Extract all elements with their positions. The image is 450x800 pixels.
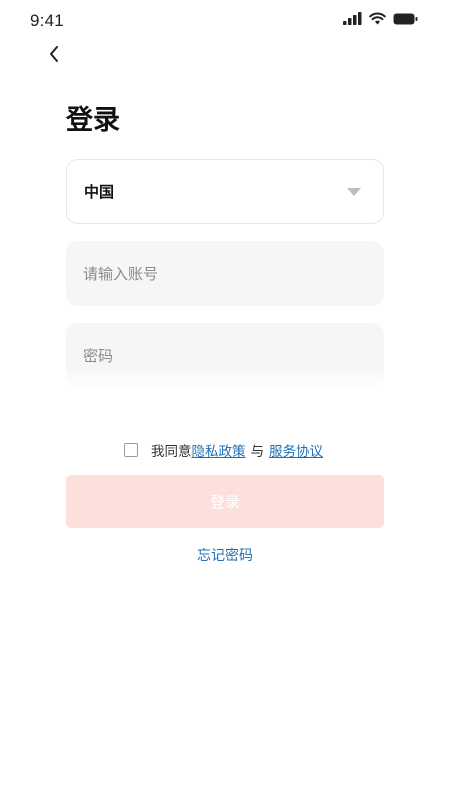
account-input[interactable] bbox=[66, 241, 384, 306]
login-screen: 9:41 登录 中国 请输入账号 我同意 隐私政策 与 服务协议 登录 忘记密码 bbox=[0, 0, 450, 800]
agree-checkbox[interactable] bbox=[124, 443, 138, 457]
wifi-icon bbox=[369, 12, 386, 25]
status-bar: 9:41 bbox=[0, 0, 450, 44]
signal-icon bbox=[343, 12, 362, 25]
agreement-row: 我同意 隐私政策 与 服务协议 bbox=[124, 439, 323, 461]
privacy-policy-link[interactable]: 隐私政策 bbox=[192, 440, 246, 460]
status-icons bbox=[343, 12, 418, 25]
terms-of-service-link[interactable]: 服务协议 bbox=[269, 440, 323, 460]
back-button[interactable] bbox=[40, 40, 68, 68]
login-button[interactable]: 登录 bbox=[66, 475, 384, 528]
agreement-separator: 与 bbox=[250, 444, 265, 460]
page-title: 登录 bbox=[66, 105, 120, 136]
country-select[interactable]: 中国 bbox=[66, 159, 384, 224]
status-time: 9:41 bbox=[30, 11, 64, 30]
chevron-left-icon bbox=[50, 46, 58, 62]
caret-down-icon bbox=[347, 188, 361, 196]
country-value: 中国 bbox=[84, 183, 115, 201]
agreement-prefix: 我同意 bbox=[151, 444, 192, 460]
battery-icon bbox=[393, 13, 418, 24]
forgot-password-link[interactable]: 忘记密码 bbox=[0, 545, 450, 565]
field-fade-overlay bbox=[66, 373, 384, 397]
